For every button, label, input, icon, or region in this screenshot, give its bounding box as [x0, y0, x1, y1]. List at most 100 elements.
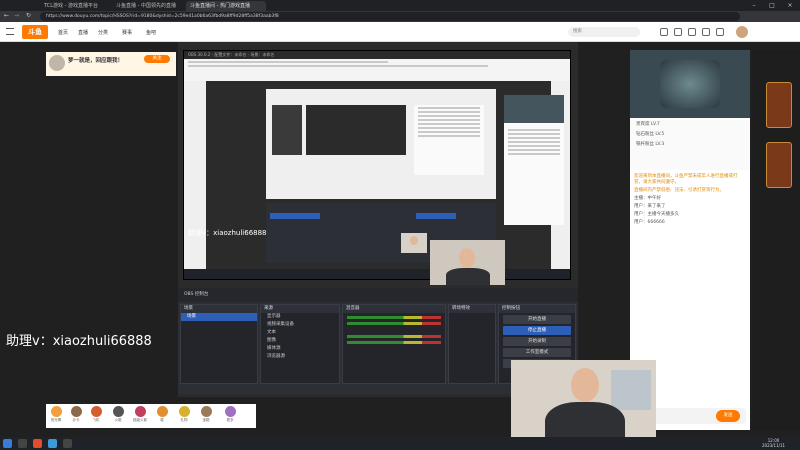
chat-message: 用户：来了来了	[634, 204, 666, 209]
promo-card[interactable]	[766, 82, 792, 128]
site-logo[interactable]: 斗鱼	[22, 25, 48, 39]
nested-obs-titlebar: OBS 30.0.2 - 配置文件：未命名 - 场景：未命名	[184, 51, 570, 59]
obs-controls-title: 控制按钮	[499, 305, 575, 313]
gift-label: 更多	[226, 418, 234, 422]
forward-icon[interactable]: →	[14, 12, 19, 19]
taskbar-clock: 12:00 2023/11/11	[762, 438, 785, 448]
gift-label: 超级火箭	[133, 418, 147, 422]
obs-source-item[interactable]: 图像	[261, 337, 339, 345]
nested-site-header	[184, 59, 570, 81]
shared-screen: OBS 30.0.2 - 配置文件：未命名 - 场景：未命名	[183, 50, 571, 280]
gift-label: 礼物	[180, 418, 188, 422]
close-icon[interactable]: ×	[782, 0, 798, 11]
upload-icon[interactable]	[716, 28, 724, 36]
obs-source-item[interactable]: 浏览器源	[261, 353, 339, 361]
browser-tab-bar: TCL游戏 - 游戏直播平台 斗鱼直播 - 中国领先的直播 斗鱼直播间 - 热门…	[0, 0, 800, 11]
nested-screen	[266, 89, 496, 199]
chat-message: 欢迎来到本直播间，斗鱼严禁未成年人进行直播或打赏，请大家共同遵守。	[634, 174, 738, 185]
gift-bar: 荧光棒 办卡 飞机 火箭 超级火箭 稳 礼物 宝箱 更多	[46, 404, 256, 428]
taskbar: 12:00 2023/11/11	[0, 437, 800, 450]
audio-meter	[347, 316, 441, 319]
gift-item[interactable]: 宝箱	[198, 406, 214, 426]
obs-source-item[interactable]: 显示器	[261, 313, 339, 321]
obs-scenes-title: 场景	[181, 305, 257, 313]
browser-tab[interactable]: 斗鱼直播 - 中国领先的直播	[112, 1, 184, 11]
gift-item[interactable]: 飞机	[88, 406, 104, 426]
gift-item[interactable]: 火箭	[110, 406, 126, 426]
audio-meter	[347, 335, 441, 338]
search-icon[interactable]	[18, 439, 27, 448]
nav-item[interactable]: 首页	[58, 29, 68, 36]
promo-card[interactable]	[766, 142, 792, 188]
maximize-icon[interactable]: □	[764, 0, 780, 11]
gift-item[interactable]: 更多	[222, 406, 238, 426]
wechat-watermark: 助理v：xiaozhuli66888	[6, 334, 152, 349]
promo-column	[752, 50, 800, 430]
download-icon[interactable]	[688, 28, 696, 36]
back-icon[interactable]: ←	[4, 12, 9, 19]
app-icon[interactable]	[33, 439, 42, 448]
obs-studio-mode-button[interactable]: 工作室模式	[503, 348, 571, 357]
obs-icon[interactable]	[63, 439, 72, 448]
nav-item[interactable]: 鱼吧	[146, 29, 156, 36]
obs-mixer-title: 混音器	[343, 305, 445, 313]
nav-item[interactable]: 分类	[98, 29, 108, 36]
obs-start-stream-button[interactable]: 开始直播	[503, 315, 571, 324]
nested-sidebar	[272, 105, 302, 155]
minimize-icon[interactable]: –	[746, 0, 762, 11]
browser-tab[interactable]: TCL游戏 - 游戏直播平台	[40, 1, 112, 11]
gift-label: 火箭	[114, 418, 122, 422]
gift-label: 稳	[160, 418, 164, 422]
avatar[interactable]	[736, 26, 748, 38]
nav-item[interactable]: 直播	[78, 29, 88, 36]
follow-button[interactable]: 关注	[144, 55, 170, 63]
gift-item[interactable]: 超级火箭	[132, 406, 148, 426]
nested-taskbar	[184, 269, 570, 279]
chat-message: 主播：中午好	[634, 196, 661, 201]
start-icon[interactable]	[3, 439, 12, 448]
address-bar: ← → ↻ https://www.douyu.com/topic/HSSOS?…	[0, 11, 800, 22]
reload-icon[interactable]: ↻	[26, 12, 31, 19]
site-header: 斗鱼 首页 直播 分类 赛事 鱼吧 搜索	[0, 22, 800, 42]
gift-item[interactable]: 稳	[154, 406, 170, 426]
obs-stop-stream-button[interactable]: 停止直播	[503, 326, 571, 335]
obs-source-item[interactable]: 视频采集设备	[261, 321, 339, 329]
rank-row[interactable]: 铁杆粉丝 LV.3	[630, 140, 750, 150]
menu-icon[interactable]	[6, 28, 14, 35]
nested-watermark: 助理v：xiaozhuli66888	[188, 229, 267, 237]
gift-item[interactable]: 荧光棒	[48, 406, 64, 426]
nested-start-button	[416, 213, 456, 219]
obs-scenes-panel: 场景 场景	[180, 304, 258, 384]
obs-scene-item[interactable]: 场景	[181, 313, 257, 321]
rank-list: 贵宾席 LV.7 钻石粉丝 LV.5 铁杆粉丝 LV.3	[630, 120, 750, 170]
follow-icon[interactable]	[674, 28, 682, 36]
message-icon[interactable]	[702, 28, 710, 36]
obs-transitions-panel: 转场特效	[448, 304, 496, 384]
gift-label: 办卡	[72, 418, 80, 422]
streamer-avatar[interactable]	[49, 55, 65, 71]
gift-label: 飞机	[92, 418, 100, 422]
nested-screen-inner	[306, 105, 406, 155]
nested-chat	[414, 105, 484, 175]
gift-item[interactable]: 礼物	[176, 406, 192, 426]
obs-source-item[interactable]: 文本	[261, 329, 339, 337]
search-input[interactable]: 搜索	[568, 27, 640, 37]
history-icon[interactable]	[660, 28, 668, 36]
nav-item[interactable]: 赛事	[122, 29, 132, 36]
gift-item[interactable]: 办卡	[68, 406, 84, 426]
rank-row[interactable]: 钻石粉丝 LV.5	[630, 130, 750, 140]
room-info: 梦一就是，回应跟我！ 关注	[46, 52, 176, 76]
obs-sources-panel: 来源 显示器 视频采集设备 文本 图像 媒体源 浏览器源	[260, 304, 340, 384]
browser-tab-active[interactable]: 斗鱼直播间 - 热门游戏直播	[186, 1, 266, 11]
obs-record-button[interactable]: 开始录制	[503, 337, 571, 346]
rank-row[interactable]: 贵宾席 LV.7	[630, 120, 750, 130]
obs-source-item[interactable]: 媒体源	[261, 345, 339, 353]
ad-banner[interactable]	[630, 50, 750, 118]
app-icon[interactable]	[48, 439, 57, 448]
audio-meter	[347, 341, 441, 344]
ad-image	[660, 60, 720, 108]
send-button[interactable]: 发送	[716, 410, 740, 422]
chat-message: 用户：主播今天播多久	[634, 212, 679, 217]
url-input[interactable]: https://www.douyu.com/topic/HSSOS?rid=91…	[40, 12, 740, 21]
gift-label: 荧光棒	[50, 418, 62, 422]
